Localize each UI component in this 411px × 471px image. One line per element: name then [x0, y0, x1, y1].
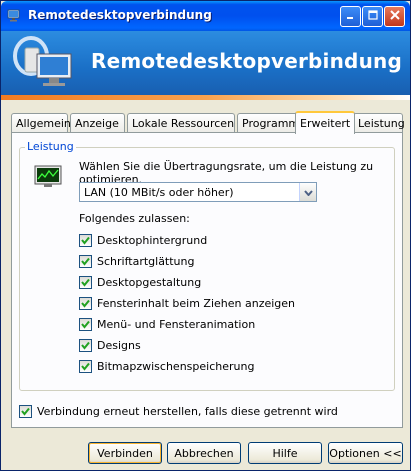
chevron-down-icon — [303, 186, 313, 199]
reconnect-checkbox[interactable] — [19, 405, 32, 418]
bitmap-caching-checkbox[interactable] — [79, 360, 92, 373]
title-bar[interactable]: Remotedesktopverbindung — [1, 1, 410, 31]
performance-group-label: Leistung — [25, 140, 76, 153]
remote-desktop-logo-icon — [11, 34, 77, 92]
tab-panel: Leistung Wählen Sie die Übertragungsrate… — [11, 132, 403, 428]
check-icon — [81, 320, 90, 329]
banner-title: Remotedesktopverbindung — [91, 49, 402, 73]
desktop-composition-label: Desktopgestaltung — [97, 276, 202, 289]
help-button[interactable]: Hilfe — [248, 442, 322, 464]
option-menu-animation[interactable]: Menü- und Fensteranimation — [79, 318, 255, 331]
option-show-window-contents[interactable]: Fensterinhalt beim Ziehen anzeigen — [79, 297, 295, 310]
check-icon — [81, 362, 90, 371]
check-icon — [81, 236, 90, 245]
check-icon — [81, 299, 90, 308]
close-icon — [389, 9, 400, 24]
option-font-smoothing[interactable]: Schriftartglättung — [79, 255, 194, 268]
tab-lokale-ressourcen[interactable]: Lokale Ressourcen — [127, 113, 235, 133]
tab-leistung[interactable]: Leistung — [353, 113, 405, 133]
themes-label: Designs — [97, 339, 141, 352]
themes-checkbox[interactable] — [79, 339, 92, 352]
connection-speed-value: LAN (10 MBit/s oder höher) — [84, 186, 234, 199]
option-desktop-background[interactable]: Desktophintergrund — [79, 234, 207, 247]
desktop-composition-checkbox[interactable] — [79, 276, 92, 289]
reconnect-label: Verbindung erneut herstellen, falls dies… — [37, 405, 338, 418]
remote-desktop-icon — [6, 7, 22, 23]
tab-programme[interactable]: Programme — [237, 113, 306, 133]
menu-animation-label: Menü- und Fensteranimation — [97, 318, 256, 331]
minimize-button[interactable] — [340, 6, 361, 27]
check-icon — [81, 257, 90, 266]
banner-accent-stripe — [1, 95, 410, 100]
menu-animation-checkbox[interactable] — [79, 318, 92, 331]
font-smoothing-checkbox[interactable] — [79, 255, 92, 268]
connect-button[interactable]: Verbinden — [88, 442, 162, 464]
performance-group: Leistung Wählen Sie die Übertragungsrate… — [19, 140, 395, 391]
tab-strip: Allgemein Anzeige Lokale Ressourcen Prog… — [11, 111, 405, 134]
desktop-background-label: Desktophintergrund — [97, 234, 208, 247]
tab-anzeige[interactable]: Anzeige — [70, 113, 125, 133]
reconnect-option[interactable]: Verbindung erneut herstellen, falls dies… — [19, 405, 338, 418]
check-icon — [81, 278, 90, 287]
cancel-button[interactable]: Abbrechen — [167, 442, 241, 464]
allow-following-label: Folgendes zulassen: — [79, 212, 190, 225]
connection-speed-select[interactable]: LAN (10 MBit/s oder höher) — [79, 182, 317, 202]
option-desktop-composition[interactable]: Desktopgestaltung — [79, 276, 201, 289]
window-title: Remotedesktopverbindung — [28, 8, 212, 22]
option-themes[interactable]: Designs — [79, 339, 141, 352]
tab-allgemein[interactable]: Allgemein — [11, 113, 71, 133]
performance-monitor-icon — [34, 165, 62, 189]
font-smoothing-label: Schriftartglättung — [97, 255, 195, 268]
option-bitmap-caching[interactable]: Bitmapzwischenspeicherung — [79, 360, 254, 373]
desktop-background-checkbox[interactable] — [79, 234, 92, 247]
dropdown-button[interactable] — [299, 183, 316, 201]
check-icon — [21, 407, 30, 416]
options-button[interactable]: Optionen << — [328, 442, 403, 464]
tab-erweitert[interactable]: Erweitert — [295, 111, 355, 134]
show-window-contents-checkbox[interactable] — [79, 297, 92, 310]
bitmap-caching-label: Bitmapzwischenspeicherung — [97, 360, 255, 373]
maximize-icon — [367, 9, 378, 24]
check-icon — [81, 341, 90, 350]
show-window-contents-label: Fensterinhalt beim Ziehen anzeigen — [97, 297, 296, 310]
maximize-button[interactable] — [362, 6, 383, 27]
minimize-icon — [346, 9, 355, 24]
remote-desktop-window: Remotedesktopverbindung Remotedesktopver… — [0, 0, 411, 471]
close-button[interactable] — [384, 6, 405, 27]
